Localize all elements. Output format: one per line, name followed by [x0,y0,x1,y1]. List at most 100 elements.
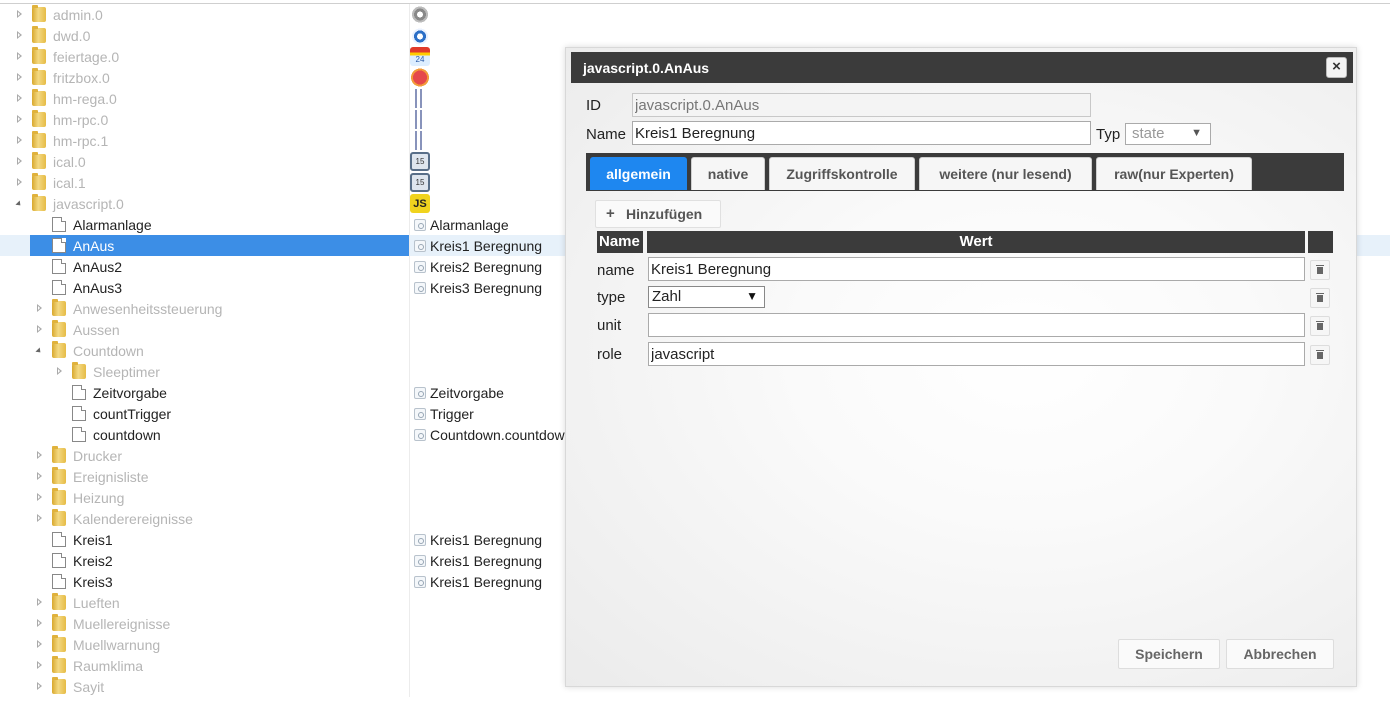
collapse-icon[interactable] [15,200,23,208]
expand-icon[interactable] [37,619,42,627]
tree-label: Countdown [73,343,144,359]
add-attribute-button[interactable]: + Hinzufügen [595,200,721,228]
expand-icon[interactable] [57,367,62,375]
folder-icon [52,299,66,316]
tree-value: Kreis2 Beregnung [430,259,543,275]
column-divider [409,466,410,487]
folder-icon [32,5,46,22]
dialog-titlebar[interactable]: javascript.0.AnAus × [571,52,1353,83]
expand-icon[interactable] [37,640,42,648]
folder-icon [52,341,66,358]
tab-native[interactable]: native [691,157,765,190]
folder-icon [52,509,66,526]
trash-icon[interactable] [1310,288,1330,308]
tree-label: fritzbox.0 [53,70,110,86]
folder-icon [52,635,66,652]
expand-icon[interactable] [17,136,22,144]
column-divider [409,676,410,697]
tab-zugriffskontrolle[interactable]: Zugriffskontrolle [769,157,915,190]
tree-label: Ereignisliste [73,469,149,485]
tab-weitere[interactable]: weitere (nur lesend) [919,157,1092,190]
tree-value: Alarmanlage [430,217,509,233]
file-icon [72,385,86,400]
column-divider [409,340,410,361]
folder-icon [32,110,46,127]
chevron-down-icon: ▼ [1191,127,1202,139]
tree-label: Sleeptimer [93,364,160,380]
file-icon [52,280,66,295]
attr-type-value: Zahl [652,288,682,305]
folder-icon [32,173,46,190]
folder-icon [52,593,66,610]
file-icon [52,217,66,232]
tree-label: Aussen [73,322,120,338]
ical-calendar-icon: 15 [410,173,430,192]
tree-label: dwd.0 [53,28,91,44]
edit-object-dialog: javascript.0.AnAus × ID Name Typ state ▼… [565,47,1357,687]
expand-icon[interactable] [37,472,42,480]
expand-icon[interactable] [17,10,22,18]
file-icon [52,574,66,589]
expand-icon[interactable] [37,493,42,501]
tree-label: hm-rpc.0 [53,112,109,128]
id-field[interactable] [632,93,1091,117]
col-header-actions [1308,231,1333,253]
trash-icon[interactable] [1310,345,1330,365]
expand-icon[interactable] [37,451,42,459]
trash-icon[interactable] [1310,260,1330,280]
expand-icon[interactable] [37,514,42,522]
expand-icon[interactable] [17,157,22,165]
state-icon [414,219,426,231]
column-divider [409,508,410,529]
expand-icon[interactable] [17,178,22,186]
file-icon [52,259,66,274]
tree-label: countTrigger [93,406,172,422]
tab-allgemein[interactable]: allgemein [590,157,687,190]
expand-icon[interactable] [37,682,42,690]
attr-type-select[interactable]: Zahl ▼ [648,286,765,308]
col-header-value: Wert [647,231,1305,253]
id-label: ID [586,97,601,114]
tree-row-dwd[interactable]: dwd.0 [0,25,1390,46]
collapse-icon[interactable] [35,347,43,355]
tree-row-admin[interactable]: admin.0 [0,4,1390,25]
name-field[interactable] [632,121,1091,145]
attr-role-input[interactable] [648,342,1305,366]
state-icon [414,534,426,546]
expand-icon[interactable] [17,94,22,102]
tree-label: Heizung [73,490,125,506]
expand-icon[interactable] [37,325,42,333]
trash-icon[interactable] [1310,316,1330,336]
expand-icon[interactable] [37,304,42,312]
attr-name-input[interactable] [648,257,1305,281]
tree-label: Kreis2 [73,553,113,569]
column-divider [409,655,410,676]
folder-icon [32,152,46,169]
typ-select[interactable]: state ▼ [1125,123,1211,145]
cancel-button[interactable]: Abbrechen [1226,639,1334,669]
expand-icon[interactable] [37,661,42,669]
expand-icon[interactable] [17,73,22,81]
attr-name-label: name [597,262,635,279]
tree-label: hm-rpc.1 [53,133,109,149]
expand-icon[interactable] [17,31,22,39]
expand-icon[interactable] [17,52,22,60]
tree-label: Drucker [73,448,123,464]
column-divider [409,529,410,550]
state-icon [414,261,426,273]
tree-label: admin.0 [53,7,103,23]
expand-icon[interactable] [37,598,42,606]
column-divider [409,487,410,508]
column-divider [409,298,410,319]
column-divider [409,277,410,298]
tree-label: AnAus2 [73,259,123,275]
close-icon[interactable]: × [1326,57,1347,78]
save-button[interactable]: Speichern [1118,639,1220,669]
expand-icon[interactable] [17,115,22,123]
column-divider [409,403,410,424]
attr-unit-input[interactable] [648,313,1305,337]
add-label: Hinzufügen [626,206,703,222]
state-icon [414,240,426,252]
tree-label: Alarmanlage [73,217,152,233]
tab-raw[interactable]: raw(nur Experten) [1096,157,1252,190]
